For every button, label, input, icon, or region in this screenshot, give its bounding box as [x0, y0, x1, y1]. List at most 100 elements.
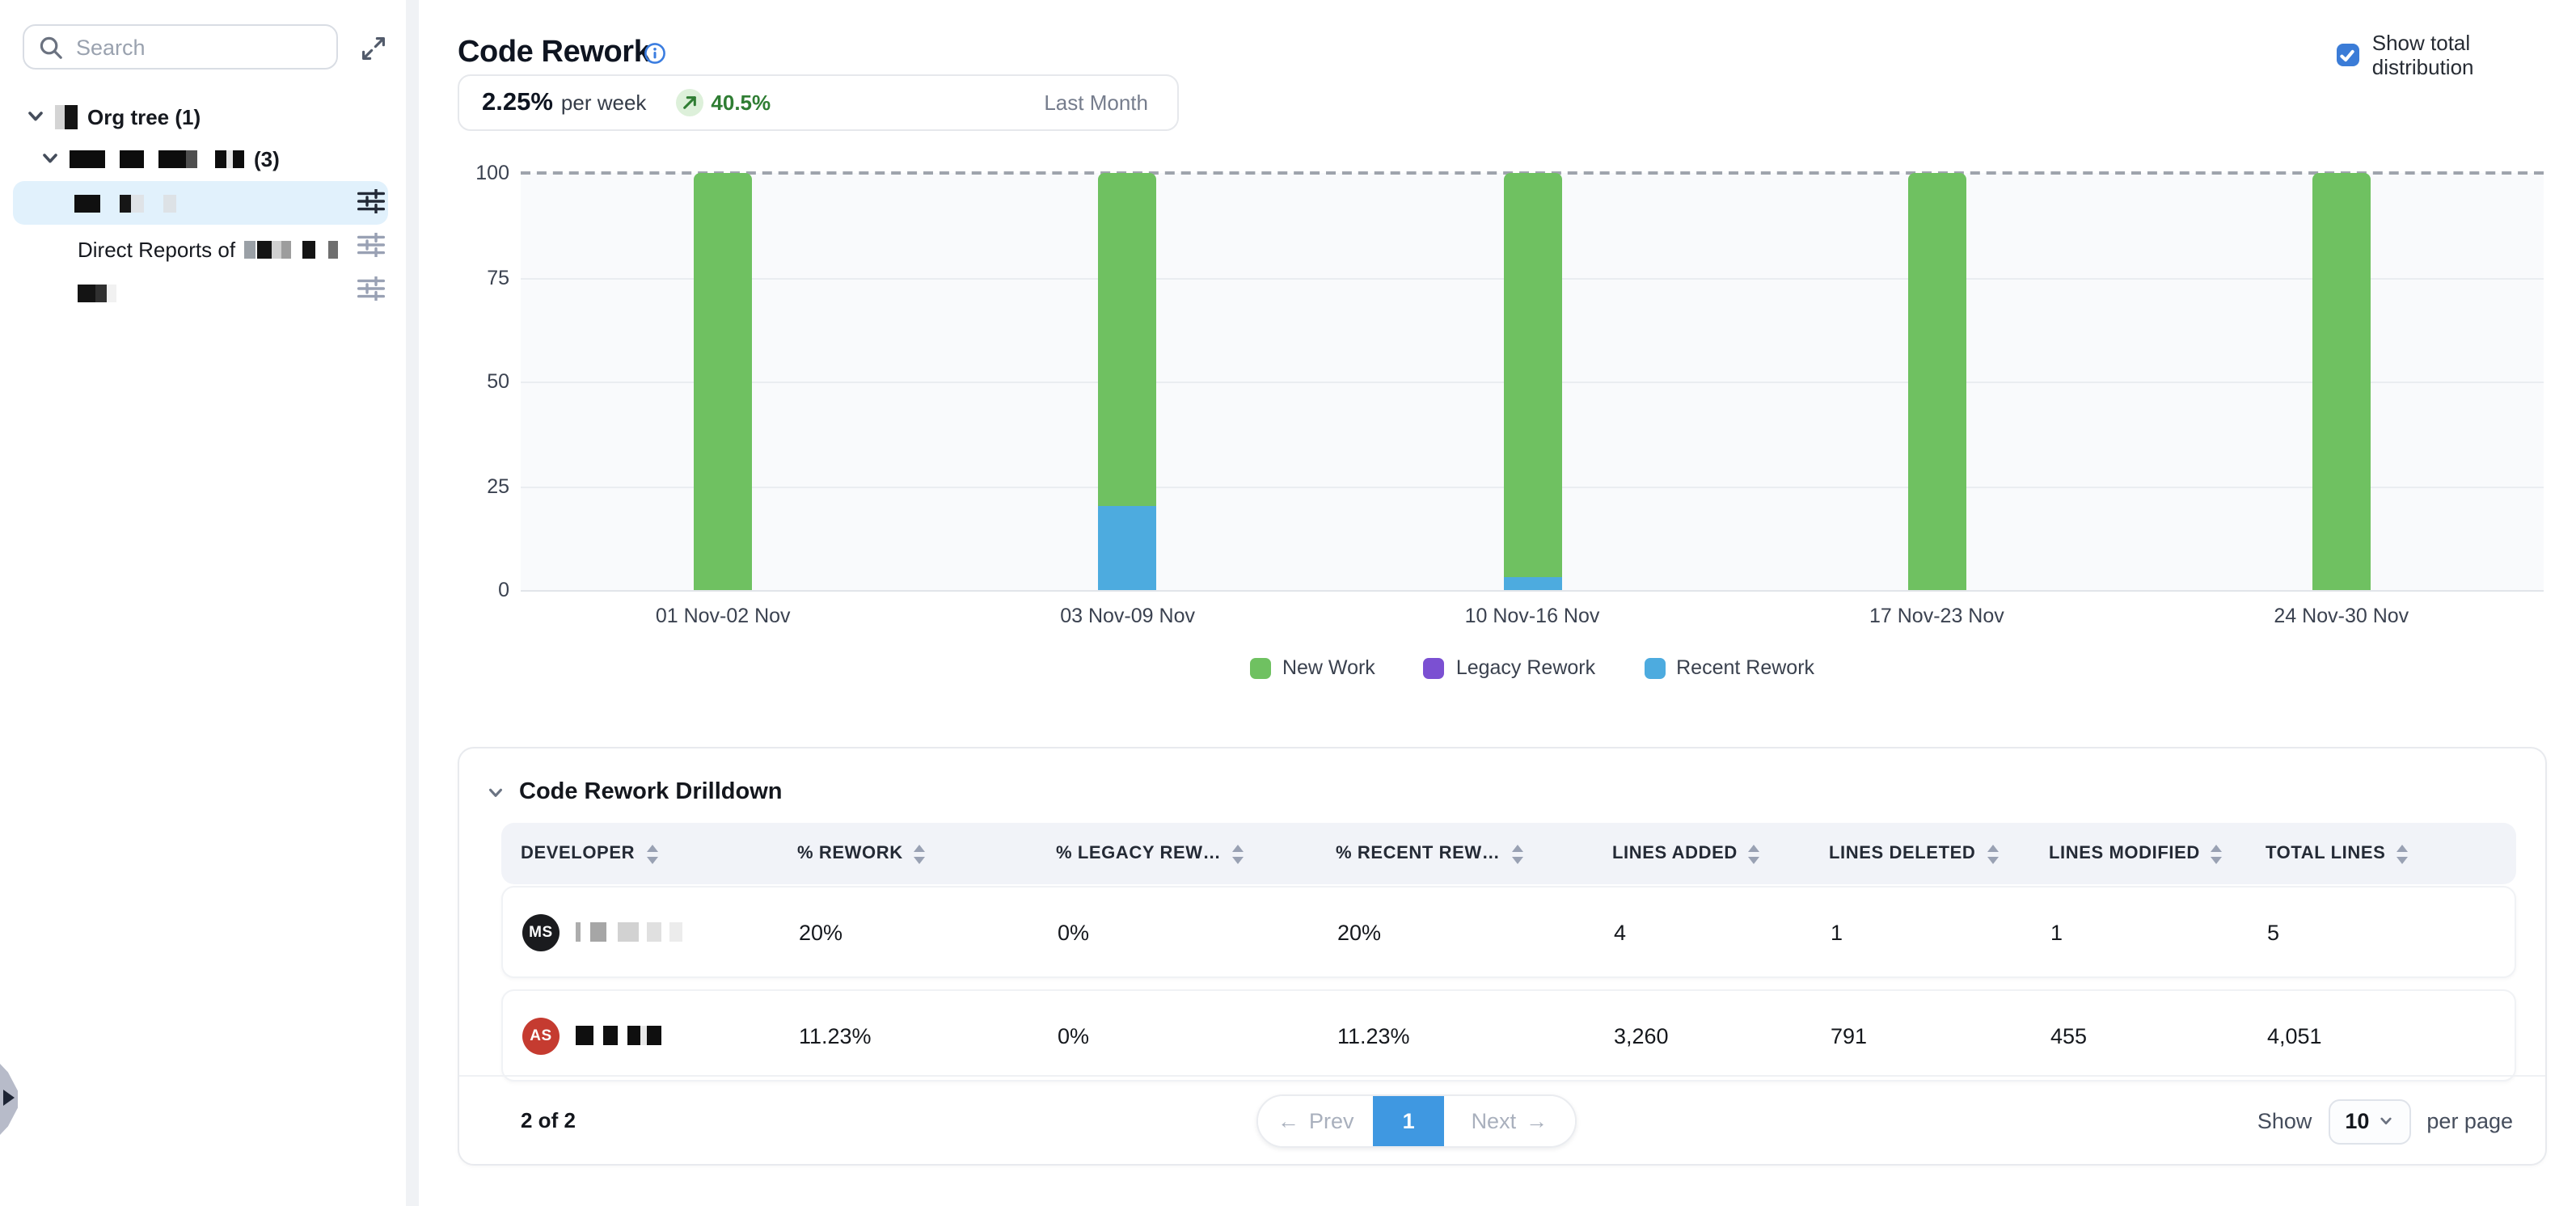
column-label: LINES ADDED: [1612, 844, 1738, 863]
redacted-block: [647, 1026, 661, 1045]
column-label: TOTAL LINES: [2266, 844, 2385, 863]
search-input[interactable]: Search: [23, 24, 338, 70]
table-cell: 3,260: [1614, 1023, 1669, 1048]
sort-icon[interactable]: [1231, 843, 1245, 864]
redacted-name: [242, 240, 337, 258]
legend-item-legacy-rework[interactable]: Legacy Rework: [1424, 656, 1595, 679]
stat-delta: 40.5%: [711, 91, 771, 115]
filter-sliders-icon[interactable]: [356, 233, 385, 259]
sidebar: Search Org tree (1) (3): [0, 0, 408, 1206]
sort-icon[interactable]: [2210, 843, 2224, 864]
x-axis-line: [521, 590, 2544, 592]
bar-17 Nov-23 Nov[interactable]: [1907, 173, 1966, 590]
drilldown-header[interactable]: Code Rework Drilldown: [487, 779, 783, 805]
column-header-developer[interactable]: DEVELOPER: [521, 823, 659, 884]
redacted-block: [186, 150, 197, 167]
next-page-button[interactable]: Next→: [1444, 1096, 1575, 1146]
drilldown-table: DEVELOPER % REWORK % LEGACY REW… % RECENT R…: [501, 823, 2516, 1082]
bar-segment-new-work[interactable]: [1503, 173, 1561, 578]
redacted-block: [302, 240, 315, 258]
tree-item-org-tree[interactable]: Org tree (1): [26, 99, 201, 134]
bar-segment-recent-rework[interactable]: [1503, 578, 1561, 590]
x-tick-label: 03 Nov-09 Nov: [982, 605, 1273, 627]
sort-icon[interactable]: [644, 843, 659, 864]
sort-icon[interactable]: [1985, 843, 2000, 864]
bar-segment-new-work[interactable]: [2312, 173, 2371, 590]
table-cell: 791: [1831, 1023, 1867, 1048]
bar-segment-new-work[interactable]: [694, 173, 752, 590]
bar-03 Nov-09 Nov[interactable]: [1099, 173, 1157, 590]
checkbox-checked-icon[interactable]: [2337, 44, 2359, 66]
bar-10 Nov-16 Nov[interactable]: [1503, 173, 1561, 590]
sort-icon[interactable]: [1510, 843, 1524, 864]
column-header-lines-deleted[interactable]: LINES DELETED: [1829, 823, 2000, 884]
x-tick-label: 17 Nov-23 Nov: [1791, 605, 2082, 627]
bar-24 Nov-30 Nov[interactable]: [2312, 173, 2371, 590]
y-tick-label: 100: [445, 162, 509, 184]
redacted-block: [618, 922, 639, 942]
chevron-down-icon[interactable]: [26, 107, 45, 126]
bar-segment-recent-rework[interactable]: [1099, 507, 1157, 590]
table-row[interactable]: AS11.23%0%11.23%3,2607914554,051: [501, 989, 2516, 1082]
arrow-left-icon: ←: [1277, 1109, 1299, 1133]
collapse-arrow-icon: [3, 1090, 15, 1106]
developer-cell: AS: [522, 1017, 661, 1054]
y-tick-label: 50: [445, 370, 509, 393]
redacted-block: [669, 922, 682, 942]
group-count: (3): [254, 146, 280, 171]
per-page-label: per page: [2426, 1109, 2513, 1133]
legend-item-new-work[interactable]: New Work: [1250, 656, 1375, 679]
arrow-right-icon: →: [1526, 1109, 1548, 1133]
prev-page-button[interactable]: ←Prev: [1258, 1096, 1374, 1146]
legend-swatch: [1644, 657, 1665, 678]
tree-item-last[interactable]: [78, 275, 116, 310]
table-cell: 4: [1614, 920, 1626, 944]
tree-item-selected[interactable]: [13, 181, 388, 225]
column-header-recent-rew[interactable]: % RECENT REW…: [1336, 823, 1524, 884]
expand-panel-button[interactable]: [357, 34, 390, 66]
panel-divider[interactable]: [406, 0, 419, 1206]
x-tick-label: 10 Nov-16 Nov: [1387, 605, 1678, 627]
filter-sliders-icon[interactable]: [356, 189, 385, 215]
column-header-lines-modified[interactable]: LINES MODIFIED: [2049, 823, 2224, 884]
page-size-control: Show 10 per page: [2257, 1077, 2513, 1166]
redacted-block: [576, 922, 581, 942]
bar-segment-new-work[interactable]: [1907, 173, 1966, 590]
legend-label: Recent Rework: [1676, 656, 1814, 679]
pagination: ←Prev 1 Next→: [1256, 1094, 1577, 1148]
column-header-rework[interactable]: % REWORK: [797, 823, 927, 884]
tree-item-direct-reports[interactable]: Direct Reports of: [78, 231, 337, 267]
table-cell: 11.23%: [1337, 1023, 1410, 1048]
chevron-down-icon[interactable]: [487, 783, 505, 801]
info-icon[interactable]: [644, 42, 666, 73]
bar-segment-new-work[interactable]: [1099, 173, 1157, 507]
sidebar-collapse-handle[interactable]: [0, 1064, 18, 1135]
redacted-block: [74, 194, 100, 212]
tree-item-group[interactable]: (3): [40, 141, 280, 176]
show-total-distribution-toggle[interactable]: Show total distribution: [2337, 31, 2576, 79]
table-row[interactable]: MS20%0%20%4115: [501, 886, 2516, 978]
bar-01 Nov-02 Nov[interactable]: [694, 173, 752, 590]
sort-icon[interactable]: [913, 843, 927, 864]
current-page-button[interactable]: 1: [1374, 1096, 1444, 1146]
page-size-value: 10: [2345, 1109, 2369, 1133]
column-header-lines-added[interactable]: LINES ADDED: [1612, 823, 1762, 884]
redacted-block: [131, 194, 144, 212]
sort-icon[interactable]: [2395, 843, 2409, 864]
chevron-down-icon[interactable]: [40, 149, 60, 168]
y-tick-label: 25: [445, 474, 509, 497]
legend-item-recent-rework[interactable]: Recent Rework: [1644, 656, 1814, 679]
page-size-dropdown[interactable]: 10: [2328, 1098, 2410, 1144]
redacted-block: [640, 1026, 647, 1045]
column-header-total-lines[interactable]: TOTAL LINES: [2266, 823, 2409, 884]
filter-sliders-icon[interactable]: [356, 276, 385, 302]
redacted-block: [647, 922, 661, 942]
column-header-legacy-rew[interactable]: % LEGACY REW…: [1056, 823, 1245, 884]
sort-icon[interactable]: [1747, 843, 1762, 864]
table-cell: 20%: [1337, 920, 1381, 944]
redacted-name: [74, 194, 176, 212]
table-cell: 5: [2267, 920, 2279, 944]
drilldown-title: Code Rework Drilldown: [519, 779, 783, 805]
tree-item-label: Org tree (1): [87, 104, 201, 129]
redacted-block: [603, 1026, 618, 1045]
